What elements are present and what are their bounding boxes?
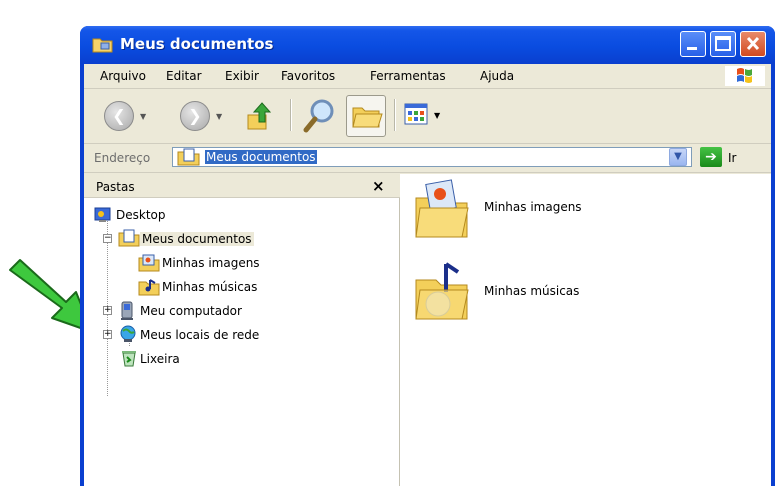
- content-pane: Minhas imagens Minhas músicas: [400, 174, 771, 486]
- computer-icon: [121, 301, 133, 320]
- folder-icon: [92, 38, 113, 53]
- tree-item-meus-locais-de-rede[interactable]: Meus locais de rede: [140, 328, 259, 342]
- toolbar: ❮ ▼ ❯ ▼ ▼: [84, 89, 771, 144]
- menu-arquivo[interactable]: Arquivo: [100, 69, 146, 83]
- tree-item-desktop[interactable]: Desktop: [116, 208, 166, 222]
- expand-toggle[interactable]: +: [103, 306, 112, 315]
- music-folder-icon: [415, 262, 469, 320]
- forward-dropdown-icon[interactable]: ▼: [216, 112, 222, 121]
- window-title: Meus documentos: [120, 35, 274, 53]
- documents-folder-icon: [118, 229, 140, 247]
- maximize-icon: [715, 36, 731, 51]
- back-button[interactable]: ❮: [104, 101, 134, 131]
- maximize-button[interactable]: [710, 31, 736, 57]
- content-item-label: Minhas músicas: [484, 284, 580, 298]
- pictures-folder-icon: [138, 254, 160, 272]
- tree-item-minhas-imagens[interactable]: Minhas imagens: [162, 256, 260, 270]
- windows-logo: [725, 66, 765, 86]
- address-bar: Endereço Meus documentos ▼ ➔ Ir: [84, 144, 771, 173]
- menu-ferramentas[interactable]: Ferramentas: [370, 69, 446, 83]
- tree-item-lixeira[interactable]: Lixeira: [140, 352, 180, 366]
- up-folder-icon[interactable]: [244, 99, 276, 133]
- network-icon: [120, 325, 136, 342]
- menu-ajuda[interactable]: Ajuda: [480, 69, 514, 83]
- content-item-minhas-imagens[interactable]: Minhas imagens: [412, 178, 652, 246]
- content-item-minhas-musicas[interactable]: Minhas músicas: [412, 260, 652, 328]
- folders-icon: [352, 107, 383, 128]
- minimize-button[interactable]: [680, 31, 706, 57]
- menu-editar[interactable]: Editar: [166, 69, 202, 83]
- menu-bar: Arquivo Editar Exibir Favoritos Ferramen…: [84, 64, 771, 89]
- menu-favoritos[interactable]: Favoritos: [281, 69, 335, 83]
- address-field[interactable]: Meus documentos ▼: [172, 147, 692, 167]
- views-dropdown-icon[interactable]: ▼: [434, 111, 440, 120]
- forward-button[interactable]: ❯: [180, 101, 210, 131]
- title-bar[interactable]: Meus documentos: [80, 26, 775, 64]
- forward-arrow-icon: ❯: [188, 106, 202, 125]
- views-icon[interactable]: [404, 103, 430, 127]
- explorer-window: Meus documentos Arquivo Editar Exibir Fa…: [80, 26, 775, 486]
- tree-item-minhas-musicas[interactable]: Minhas músicas: [162, 280, 257, 294]
- pictures-folder-icon: [415, 179, 469, 238]
- address-value[interactable]: Meus documentos: [205, 150, 317, 164]
- back-dropdown-icon[interactable]: ▼: [140, 112, 146, 121]
- folders-title: Pastas: [96, 180, 135, 194]
- close-folders-button[interactable]: ×: [372, 177, 385, 195]
- address-dropdown-button[interactable]: ▼: [669, 148, 687, 166]
- folders-header: Pastas ×: [84, 174, 400, 198]
- go-button[interactable]: ➔: [700, 147, 722, 167]
- search-icon[interactable]: [302, 97, 338, 135]
- menu-exibir[interactable]: Exibir: [225, 69, 259, 83]
- tree-item-meu-computador[interactable]: Meu computador: [140, 304, 242, 318]
- folders-pane: Pastas × Desktop − Meus documentos Minha…: [84, 174, 400, 486]
- music-folder-icon: [138, 279, 160, 296]
- tree-item-meus-documentos[interactable]: Meus documentos: [140, 232, 254, 246]
- content-item-label: Minhas imagens: [484, 200, 582, 214]
- chevron-down-icon: ▼: [674, 151, 682, 162]
- go-arrow-icon: ➔: [705, 149, 717, 165]
- minimize-icon: [687, 47, 697, 50]
- go-label[interactable]: Ir: [728, 151, 736, 165]
- recycle-bin-icon: [122, 351, 136, 367]
- address-label: Endereço: [94, 151, 151, 165]
- documents-folder-icon: [177, 148, 200, 166]
- expand-toggle[interactable]: +: [103, 330, 112, 339]
- desktop-icon: [94, 207, 111, 222]
- toolbar-separator: [290, 99, 292, 131]
- folders-button[interactable]: [346, 95, 386, 137]
- close-button[interactable]: [740, 31, 766, 57]
- back-arrow-icon: ❮: [112, 106, 126, 125]
- collapse-toggle[interactable]: −: [103, 234, 112, 243]
- window-client: Arquivo Editar Exibir Favoritos Ferramen…: [84, 64, 771, 486]
- close-icon: [746, 36, 760, 51]
- toolbar-separator-2: [394, 99, 396, 131]
- windows-flag-icon: [737, 68, 752, 83]
